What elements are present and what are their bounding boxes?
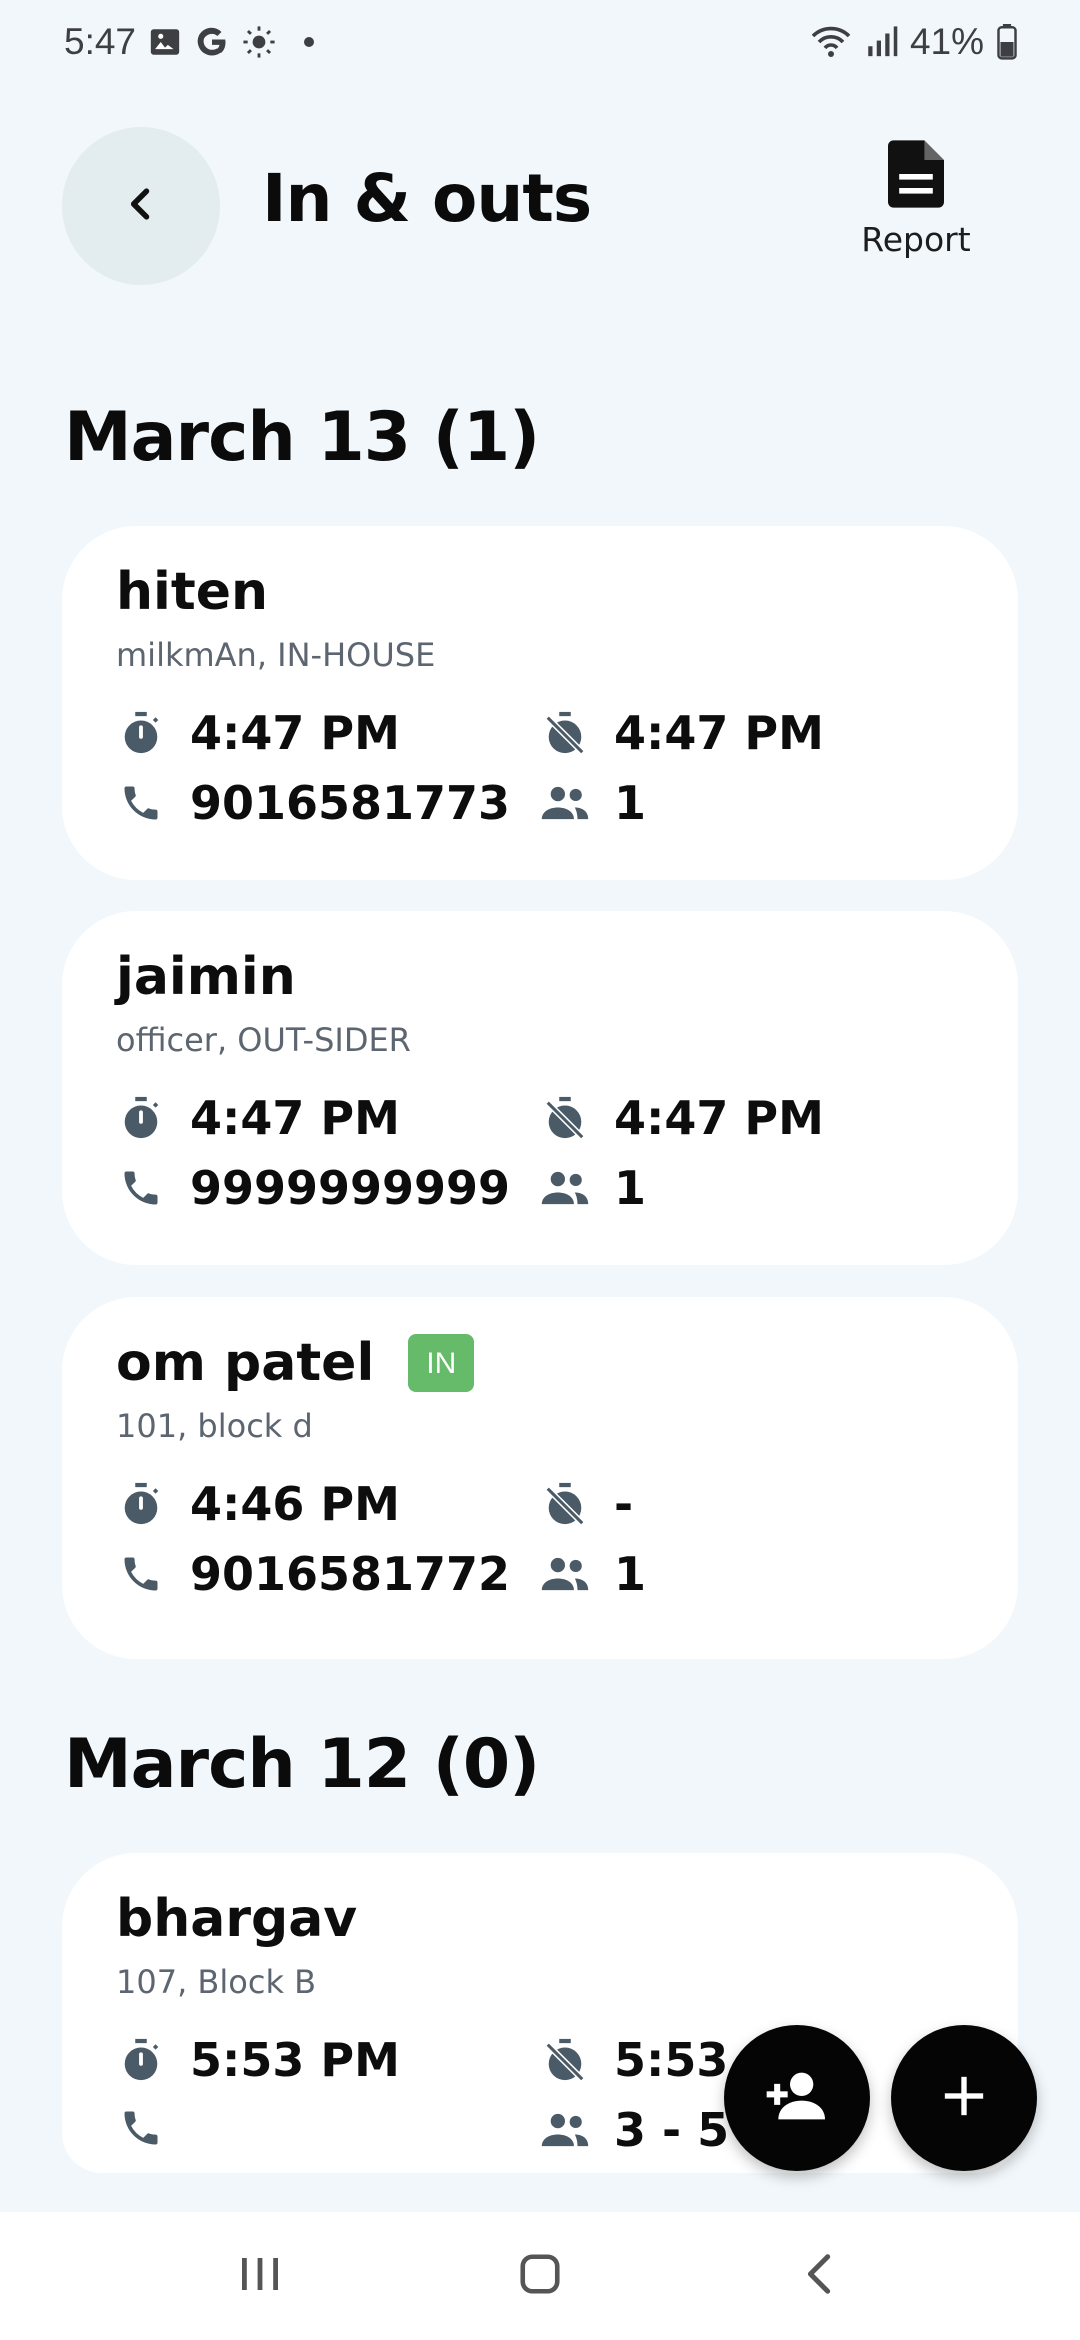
person-add-icon bbox=[764, 2068, 830, 2128]
in-time: 4:47 PM bbox=[190, 706, 400, 760]
status-bar: 5:47 41% bbox=[0, 0, 1080, 84]
status-time: 5:47 bbox=[64, 21, 137, 62]
back-button[interactable] bbox=[62, 127, 220, 285]
status-right: 41% bbox=[810, 21, 1018, 63]
people-count: 1 bbox=[614, 1547, 647, 1601]
out-time-field: 5:53 bbox=[540, 2033, 728, 2087]
back-arrow-icon bbox=[800, 2251, 840, 2301]
entry-card[interactable]: jaimin officer, OUT-SIDER 4:47 PM 4:47 P… bbox=[62, 911, 1018, 1265]
report-label: Report bbox=[861, 220, 971, 259]
people-count: 3 - 5 bbox=[614, 2103, 730, 2157]
brightness-icon bbox=[242, 25, 276, 59]
entry-name: om patel bbox=[116, 1333, 375, 1393]
entry-name-row: hiten bbox=[116, 562, 268, 622]
out-time: - bbox=[614, 1477, 634, 1531]
notification-dot-icon bbox=[304, 37, 315, 47]
phone-number: 9999999999 bbox=[190, 1161, 511, 1215]
home-button[interactable] bbox=[495, 2231, 585, 2321]
entry-subtitle: milkmAn, IN-HOUSE bbox=[116, 636, 436, 674]
document-icon bbox=[888, 140, 944, 212]
people-count: 1 bbox=[614, 1161, 647, 1215]
entry-name-row: bhargav bbox=[116, 1889, 357, 1949]
timer-off-icon bbox=[540, 1479, 590, 1529]
entry-name: bhargav bbox=[116, 1889, 358, 1949]
chevron-left-icon bbox=[119, 182, 163, 230]
group-icon bbox=[540, 2105, 590, 2155]
in-time-field: 5:53 PM bbox=[116, 2033, 400, 2087]
status-left: 5:47 bbox=[64, 21, 315, 63]
section-heading: March 13 (1) bbox=[64, 398, 540, 477]
out-time: 4:47 PM bbox=[614, 706, 824, 760]
phone-field: 9999999999 bbox=[116, 1161, 510, 1215]
timer-icon bbox=[116, 1093, 166, 1143]
status-badge: IN bbox=[408, 1334, 475, 1392]
phone-icon bbox=[116, 1163, 166, 1213]
phone-number: 9016581772 bbox=[190, 1547, 511, 1601]
in-time-field: 4:47 PM bbox=[116, 706, 400, 760]
entry-card[interactable]: bhargav 107, Block B 5:53 PM 5:53 3 - 5 bbox=[62, 1853, 1018, 2173]
in-time: 5:53 PM bbox=[190, 2033, 400, 2087]
page-title: In & outs bbox=[262, 160, 592, 237]
phone-field: 9016581772 bbox=[116, 1547, 510, 1601]
add-person-button[interactable] bbox=[724, 2025, 870, 2171]
out-time: 5:53 bbox=[614, 2033, 729, 2087]
group-icon bbox=[540, 1163, 590, 1213]
wifi-icon bbox=[810, 24, 852, 60]
battery-icon bbox=[996, 24, 1018, 60]
timer-off-icon bbox=[540, 1093, 590, 1143]
out-time: 4:47 PM bbox=[614, 1091, 824, 1145]
home-icon bbox=[517, 2251, 563, 2301]
report-button[interactable]: Report bbox=[850, 140, 982, 280]
system-back-button[interactable] bbox=[775, 2231, 865, 2321]
in-time: 4:46 PM bbox=[190, 1477, 400, 1531]
add-entry-button[interactable] bbox=[891, 2025, 1037, 2171]
phone-icon bbox=[116, 2103, 166, 2153]
plus-icon bbox=[941, 2073, 987, 2123]
in-time-field: 4:46 PM bbox=[116, 1477, 400, 1531]
gallery-icon bbox=[148, 25, 182, 59]
entry-subtitle: 107, Block B bbox=[116, 1963, 317, 2001]
out-time-field: 4:47 PM bbox=[540, 1091, 824, 1145]
entry-name-row: jaimin bbox=[116, 947, 296, 1007]
phone-field bbox=[116, 2103, 190, 2153]
people-field: 1 bbox=[540, 1161, 646, 1215]
entry-name-row: om patel IN bbox=[116, 1333, 475, 1393]
timer-icon bbox=[116, 2035, 166, 2085]
phone-field: 9016581773 bbox=[116, 776, 510, 830]
people-field: 1 bbox=[540, 776, 646, 830]
phone-number: 9016581773 bbox=[190, 776, 511, 830]
in-time-field: 4:47 PM bbox=[116, 1091, 400, 1145]
timer-off-icon bbox=[540, 708, 590, 758]
group-icon bbox=[540, 778, 590, 828]
phone-icon bbox=[116, 1549, 166, 1599]
recent-apps-button[interactable] bbox=[215, 2231, 305, 2321]
people-count: 1 bbox=[614, 776, 647, 830]
people-field: 1 bbox=[540, 1547, 646, 1601]
out-time-field: - bbox=[540, 1477, 633, 1531]
entry-name: jaimin bbox=[116, 947, 296, 1007]
entry-name: hiten bbox=[116, 562, 268, 622]
entry-subtitle: 101, block d bbox=[116, 1407, 313, 1445]
section-heading: March 12 (0) bbox=[64, 1725, 540, 1804]
google-icon bbox=[194, 24, 230, 60]
out-time-field: 4:47 PM bbox=[540, 706, 824, 760]
in-time: 4:47 PM bbox=[190, 1091, 400, 1145]
system-nav-bar bbox=[0, 2212, 1080, 2340]
entry-card[interactable]: hiten milkmAn, IN-HOUSE 4:47 PM 4:47 PM … bbox=[62, 526, 1018, 880]
timer-off-icon bbox=[540, 2035, 590, 2085]
battery-percent: 41% bbox=[909, 21, 984, 62]
entry-subtitle: officer, OUT-SIDER bbox=[116, 1021, 411, 1059]
signal-icon bbox=[864, 25, 898, 59]
timer-icon bbox=[116, 1479, 166, 1529]
recents-icon bbox=[238, 2254, 282, 2298]
entry-card[interactable]: om patel IN 101, block d 4:46 PM - 90165… bbox=[62, 1297, 1018, 1659]
group-icon bbox=[540, 1549, 590, 1599]
phone-icon bbox=[116, 778, 166, 828]
timer-icon bbox=[116, 708, 166, 758]
people-field: 3 - 5 bbox=[540, 2103, 729, 2157]
in-outs-screen: 5:47 41% In & outs Report March 13 (1) h… bbox=[0, 0, 1080, 2340]
